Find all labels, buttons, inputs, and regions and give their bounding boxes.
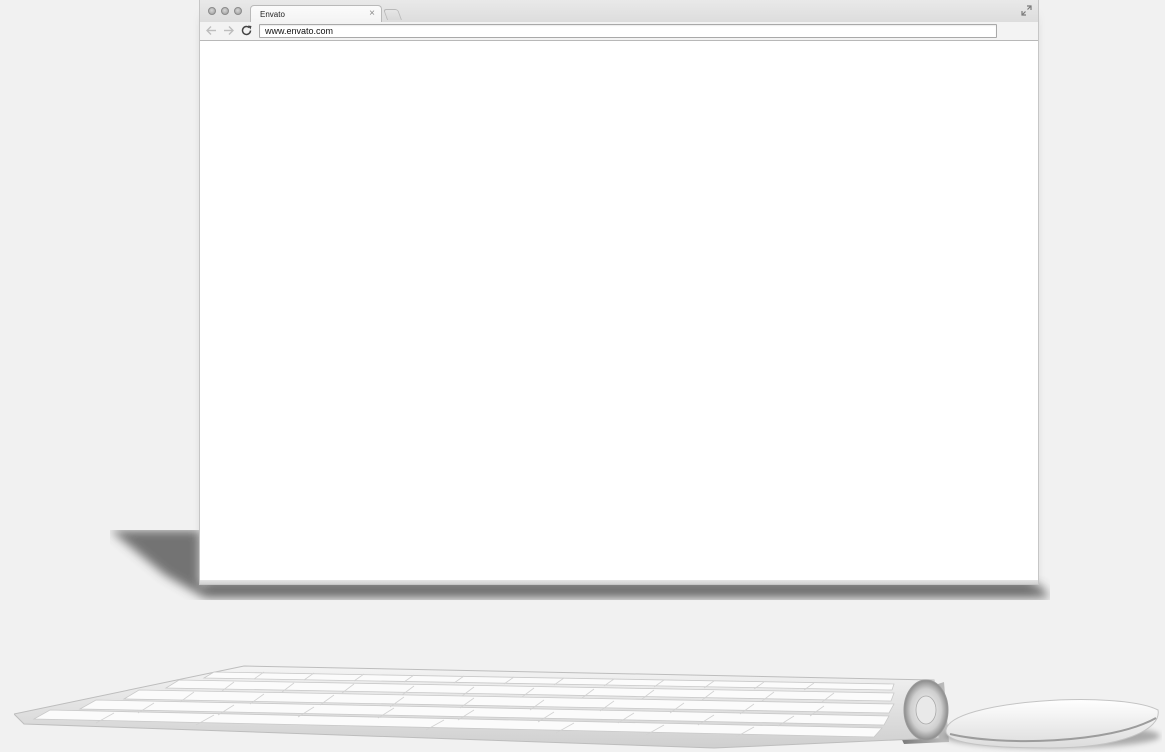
- window-bottom-edge: [200, 580, 1038, 584]
- tab-close-icon[interactable]: ×: [369, 8, 375, 20]
- arrow-left-icon[interactable]: [205, 24, 218, 37]
- address-bar[interactable]: www.envato.com: [259, 24, 997, 38]
- zoom-window-button[interactable]: [234, 7, 242, 15]
- browser-toolbar: www.envato.com: [200, 22, 1038, 41]
- arrow-right-icon[interactable]: [222, 24, 235, 37]
- browser-window: Envato × www.envato.com: [199, 0, 1039, 585]
- url-text: www.envato.com: [265, 26, 334, 36]
- reload-icon[interactable]: [240, 24, 253, 37]
- tab-envato[interactable]: Envato ×: [250, 5, 382, 23]
- page-content: [200, 41, 1038, 581]
- minimize-window-button[interactable]: [221, 7, 229, 15]
- expand-icon[interactable]: [1021, 5, 1032, 16]
- title-bar: Envato ×: [200, 0, 1038, 23]
- new-tab-button[interactable]: [382, 9, 403, 20]
- close-window-button[interactable]: [208, 7, 216, 15]
- keyboard-image: [14, 665, 949, 749]
- mouse-image: [944, 699, 1160, 749]
- tab-title: Envato: [260, 10, 285, 19]
